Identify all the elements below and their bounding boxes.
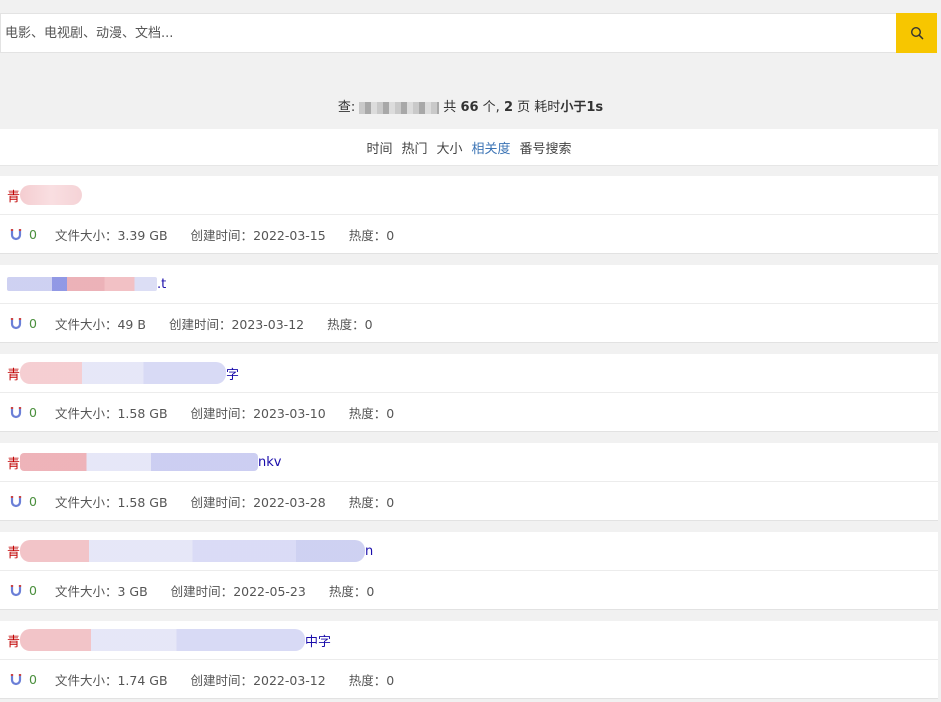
sort-relevance[interactable]: 相关度 — [472, 138, 511, 157]
search-button[interactable] — [896, 13, 937, 53]
created-time: 创建时间：2022-03-12 — [190, 672, 326, 688]
heat: 热度：0 — [348, 494, 395, 510]
file-size: 文件大小：49 B — [54, 316, 146, 332]
summary-total-label: 共 — [443, 100, 457, 115]
magnet-count: 0 — [29, 404, 37, 420]
result-title[interactable]: 青 中字 — [0, 621, 938, 660]
sort-hot[interactable]: 热门 — [401, 138, 427, 157]
title-prefix: 青 — [7, 189, 21, 205]
file-size: 文件大小：1.74 GB — [54, 672, 168, 688]
created-time: 创建时间：2022-05-23 — [170, 583, 306, 599]
magnet-link[interactable]: 0 — [10, 672, 37, 687]
search-bar — [0, 13, 937, 53]
title-suffix: 中字 — [305, 634, 332, 650]
result-count: 66 — [460, 100, 479, 115]
redacted-title — [7, 277, 157, 291]
result-meta: 0 文件大小：1.74 GB 创建时间：2022-03-12 热度：0 — [0, 660, 938, 698]
magnet-count: 0 — [29, 315, 37, 331]
title-prefix: 青 — [7, 367, 21, 383]
result-title[interactable]: 青 — [0, 176, 938, 215]
magnet-count: 0 — [29, 226, 37, 242]
heat: 热度：0 — [348, 672, 395, 688]
result-title[interactable]: 青 字 — [0, 354, 938, 393]
time-label: 耗时 — [534, 100, 561, 115]
heat: 热度：0 — [348, 405, 395, 421]
magnet-icon — [10, 228, 22, 240]
magnet-count: 0 — [29, 493, 37, 509]
page-count-unit: 页 — [517, 100, 531, 115]
title-prefix: 青 — [7, 545, 21, 561]
result-card: 青 n 0 文件大小：3 GB 创建时间：2022-05-23 热度：0 — [0, 532, 938, 610]
summary-prefix: 查: — [337, 100, 356, 115]
result-title[interactable]: 青 n — [0, 532, 938, 571]
magnet-link[interactable]: 0 — [10, 494, 37, 509]
magnet-link[interactable]: 0 — [10, 405, 37, 420]
heat: 热度：0 — [348, 227, 395, 243]
result-card: 青 字 0 文件大小：1.58 GB 创建时间：2023-03-10 热度：0 — [0, 354, 938, 432]
title-prefix: 青 — [7, 456, 21, 472]
magnet-icon — [10, 317, 22, 329]
magnet-link[interactable]: 0 — [10, 227, 37, 242]
redacted-title — [20, 185, 83, 205]
result-card: 青 0 文件大小：3.39 GB 创建时间：2022-03-15 热度：0 — [0, 176, 938, 254]
magnet-icon — [10, 673, 22, 685]
result-title[interactable]: .t — [0, 265, 938, 304]
search-icon — [910, 26, 923, 40]
redacted-title — [20, 540, 366, 562]
file-size: 文件大小：1.58 GB — [54, 494, 168, 510]
result-card: .t 0 文件大小：49 B 创建时间：2023-03-12 热度：0 — [0, 265, 938, 343]
sort-bar: 时间 热门 大小 相关度 番号搜索 — [0, 129, 938, 166]
magnet-link[interactable]: 0 — [10, 316, 37, 331]
redacted-title — [20, 453, 259, 471]
result-meta: 0 文件大小：1.58 GB 创建时间：2023-03-10 热度：0 — [0, 393, 938, 431]
result-summary: 查: 共 66 个, 2 页 耗时小于1s — [0, 96, 941, 115]
magnet-icon — [10, 406, 22, 418]
magnet-link[interactable]: 0 — [10, 583, 37, 598]
redacted-title — [20, 362, 227, 384]
heat: 热度：0 — [327, 316, 373, 332]
time-value: 小于1s — [560, 100, 604, 115]
title-suffix: n — [365, 543, 374, 559]
result-meta: 0 文件大小：49 B 创建时间：2023-03-12 热度：0 — [0, 304, 938, 342]
file-size: 文件大小：3.39 GB — [54, 227, 168, 243]
sort-time[interactable]: 时间 — [366, 138, 392, 157]
sort-size[interactable]: 大小 — [436, 138, 462, 157]
magnet-icon — [10, 584, 22, 596]
result-meta: 0 文件大小：1.58 GB 创建时间：2022-03-28 热度：0 — [0, 482, 938, 520]
magnet-count: 0 — [29, 671, 37, 687]
created-time: 创建时间：2023-03-12 — [168, 316, 305, 332]
magnet-count: 0 — [29, 582, 37, 598]
redacted-title — [20, 629, 306, 651]
sort-code-search[interactable]: 番号搜索 — [520, 138, 572, 157]
result-card: 青 中字 0 文件大小：1.74 GB 创建时间：2022-03-12 热度：0 — [0, 621, 938, 699]
title-suffix: 字 — [226, 367, 240, 383]
redacted-query — [359, 101, 440, 114]
title-prefix: 青 — [7, 634, 21, 650]
title-suffix: nkv — [258, 454, 282, 470]
result-meta: 0 文件大小：3 GB 创建时间：2022-05-23 热度：0 — [0, 571, 938, 609]
search-input[interactable] — [1, 14, 896, 52]
result-title[interactable]: 青 nkv — [0, 443, 938, 482]
result-meta: 0 文件大小：3.39 GB 创建时间：2022-03-15 热度：0 — [0, 215, 938, 253]
created-time: 创建时间：2022-03-15 — [190, 227, 326, 243]
result-count-unit: 个, — [482, 100, 500, 115]
file-size: 文件大小：1.58 GB — [54, 405, 168, 421]
title-suffix: .t — [157, 276, 167, 292]
heat: 热度：0 — [328, 583, 375, 599]
magnet-icon — [10, 495, 22, 507]
page-count: 2 — [503, 100, 513, 115]
file-size: 文件大小：3 GB — [54, 583, 148, 599]
created-time: 创建时间：2023-03-10 — [190, 405, 326, 421]
result-card: 青 nkv 0 文件大小：1.58 GB 创建时间：2022-03-28 热度：… — [0, 443, 938, 521]
created-time: 创建时间：2022-03-28 — [190, 494, 326, 510]
